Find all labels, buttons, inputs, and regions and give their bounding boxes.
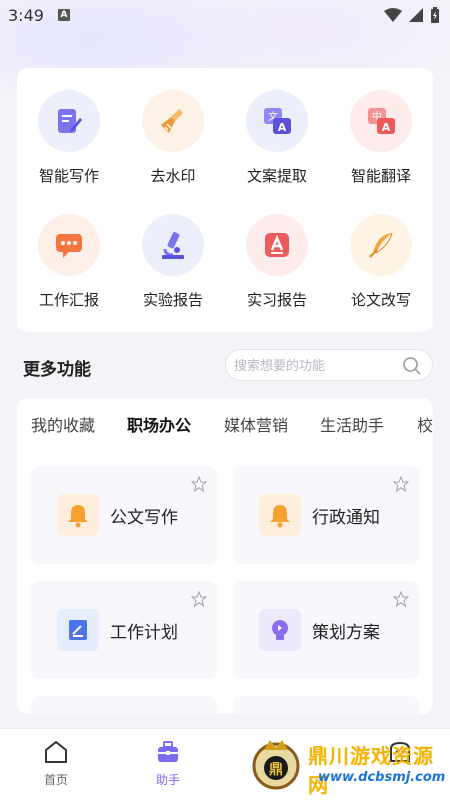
svg-text:鼎: 鼎 — [269, 761, 283, 778]
function-card-admin-notice[interactable]: 行政通知 — [233, 466, 419, 564]
tool-label: 论文改写 — [350, 291, 411, 309]
tool-smart-writing[interactable]: 智能写作 — [17, 90, 121, 200]
watermark: 鼎 鼎川游戏资源网 www.dcbsmj.com — [248, 736, 450, 800]
translate-icon: 中A — [368, 108, 395, 134]
tool-text-extract[interactable]: 文A 文案提取 — [225, 90, 329, 200]
function-label: 策划方案 — [312, 623, 380, 643]
watermark-url: www.dcbsmj.com — [318, 770, 446, 785]
nav-label: 首页 — [43, 773, 68, 787]
feather-icon — [369, 232, 393, 258]
search-input[interactable] — [234, 356, 404, 376]
tool-icon-circle — [142, 90, 204, 152]
tab-campus[interactable]: 校 — [417, 412, 433, 436]
function-card-official-doc[interactable]: 公文写作 — [31, 466, 217, 564]
tool-smart-translate[interactable]: 中A 智能翻译 — [329, 90, 433, 200]
tab-life-assistant[interactable]: 生活助手 — [320, 412, 384, 436]
nav-label: 助手 — [155, 773, 180, 787]
nav-assistant[interactable]: 助手 — [138, 739, 198, 788]
star-icon[interactable] — [393, 476, 409, 492]
translate-doc-icon: 文A — [264, 108, 291, 134]
status-time: 3:49 — [8, 6, 44, 25]
tool-intern-report[interactable]: 实习报告 — [225, 214, 329, 324]
watermark-name: 鼎川游戏资源网 — [308, 744, 434, 797]
tools-card: 智能写作 去水印 文A 文案提取 中A 智能翻译 工作汇报 实验报告 实习报告 — [17, 68, 433, 332]
star-icon[interactable] — [191, 591, 207, 607]
tab-media-marketing[interactable]: 媒体营销 — [224, 412, 288, 436]
status-icons — [384, 7, 440, 23]
tool-work-report[interactable]: 工作汇报 — [17, 214, 121, 324]
accessibility-badge-icon: A — [58, 9, 70, 21]
function-icon-box — [259, 609, 301, 651]
function-icon-box — [57, 609, 99, 651]
tool-icon-circle: 文A — [246, 90, 308, 152]
watermark-logo: 鼎 — [252, 740, 300, 790]
function-card-planning-scheme[interactable]: 策划方案 — [233, 581, 419, 679]
status-bar: 3:49 A — [0, 0, 450, 32]
signal-icon — [409, 8, 423, 22]
tool-icon-circle — [38, 214, 100, 276]
tool-paper-rewrite[interactable]: 论文改写 — [329, 214, 433, 324]
tool-watermark-remove[interactable]: 去水印 — [121, 90, 225, 200]
category-tabs: 我的收藏 职场办公 媒体营销 生活助手 校 — [17, 412, 433, 440]
tool-icon-circle — [350, 214, 412, 276]
category-panel: 我的收藏 职场办公 媒体营销 生活助手 校 公文写作 行政通知 工作计划 策划方… — [17, 398, 433, 714]
function-label: 行政通知 — [312, 508, 380, 528]
tool-label: 去水印 — [150, 167, 196, 185]
tool-label: 实验报告 — [142, 291, 203, 309]
tool-label: 智能翻译 — [350, 167, 411, 185]
tool-label: 文案提取 — [246, 167, 307, 185]
battery-icon — [431, 7, 439, 23]
tool-icon-circle: 中A — [350, 90, 412, 152]
function-icon-box — [259, 494, 301, 536]
bulb-icon — [272, 620, 288, 640]
search-icon[interactable] — [402, 356, 422, 376]
tool-label: 实习报告 — [246, 291, 307, 309]
tab-favorites[interactable]: 我的收藏 — [31, 412, 95, 436]
tab-office[interactable]: 职场办公 — [127, 412, 191, 436]
microscope-icon — [162, 232, 184, 259]
function-card-partial[interactable] — [233, 696, 419, 714]
toolbox-icon — [158, 741, 178, 762]
search-box[interactable] — [225, 349, 433, 381]
function-card-partial[interactable] — [31, 696, 217, 714]
tool-lab-report[interactable]: 实验报告 — [121, 214, 225, 324]
chat-report-icon — [56, 234, 82, 258]
svg-text:A: A — [382, 121, 391, 134]
bell-icon — [68, 505, 88, 528]
tool-icon-circle — [142, 214, 204, 276]
tool-icon-circle — [246, 214, 308, 276]
function-icon-box — [57, 494, 99, 536]
broom-icon — [161, 109, 183, 133]
star-icon[interactable] — [191, 476, 207, 492]
plan-icon — [69, 620, 87, 640]
letter-a-icon — [265, 233, 289, 257]
star-icon[interactable] — [393, 591, 409, 607]
svg-text:A: A — [278, 121, 287, 134]
pen-doc-icon — [58, 109, 82, 133]
nav-home[interactable]: 首页 — [26, 739, 86, 788]
wifi-icon — [384, 8, 402, 22]
home-icon — [45, 741, 67, 763]
function-label: 公文写作 — [110, 508, 178, 528]
section-title: 更多功能 — [23, 360, 91, 380]
tool-label: 智能写作 — [38, 167, 99, 185]
function-label: 工作计划 — [110, 623, 178, 643]
tool-label: 工作汇报 — [38, 291, 99, 309]
bell-icon — [270, 505, 290, 528]
tool-icon-circle — [38, 90, 100, 152]
function-card-work-plan[interactable]: 工作计划 — [31, 581, 217, 679]
